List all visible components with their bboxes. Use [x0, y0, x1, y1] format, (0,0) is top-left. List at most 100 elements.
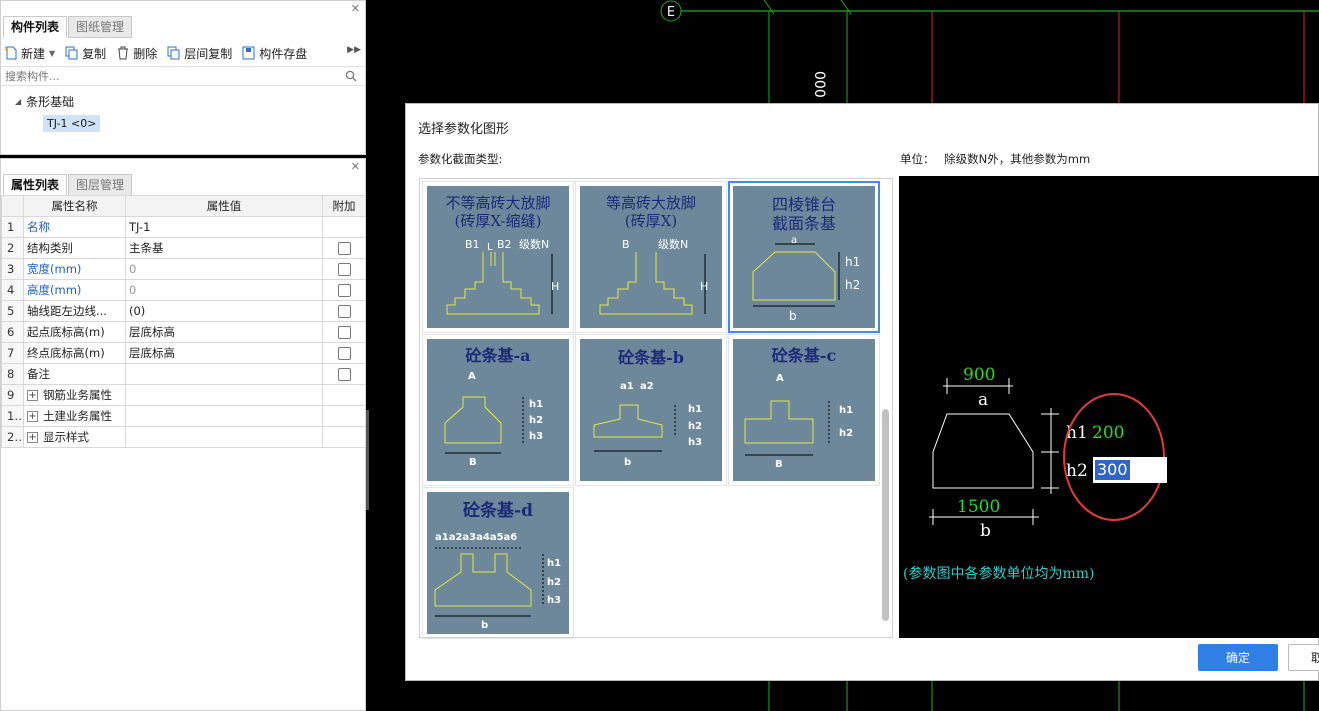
- table-row[interactable]: 1 名称 TJ-1: [1, 216, 366, 238]
- property-value[interactable]: [125, 363, 323, 385]
- delete-button[interactable]: 删除: [116, 45, 157, 62]
- h1-value: 200: [1092, 423, 1124, 443]
- shape-option-pyramid-strip[interactable]: 四棱锥台 截面条基 a h1 h2 b: [728, 181, 880, 333]
- dim-label: h2: [688, 421, 702, 432]
- table-row[interactable]: 4 高度(mm) 0: [1, 279, 366, 301]
- extra-checkbox[interactable]: [337, 263, 351, 276]
- dim-label: b: [789, 309, 797, 323]
- table-row[interactable]: 2 结构类别 主条基: [1, 237, 366, 259]
- extra-checkbox[interactable]: [337, 284, 351, 297]
- shape-option-concrete-c[interactable]: 砼条基-c A h1 h2 B: [728, 334, 880, 486]
- extra-cell: [322, 405, 366, 427]
- table-row[interactable]: 9 + 钢筋业务属性: [1, 384, 366, 406]
- shape-option-concrete-a[interactable]: 砼条基-a A h1 h2 h3 B: [422, 334, 574, 486]
- shape-thumbnail: 砼条基-d a1a2a3a4a5a6 h1 h2 h3 b: [427, 492, 569, 634]
- dim-label: h1: [529, 399, 543, 410]
- floor-copy-button[interactable]: 层间复制: [167, 45, 232, 62]
- property-value[interactable]: 层底标高: [125, 342, 323, 364]
- row-index: 3: [1, 258, 24, 280]
- shape-subtitle: 截面条基: [772, 214, 836, 233]
- shape-option-concrete-b[interactable]: 砼条基-b a1 a2 h1 h2 h3 b: [575, 334, 727, 486]
- tab-component-list[interactable]: 构件列表: [3, 16, 68, 38]
- search-input[interactable]: [1, 67, 331, 85]
- table-row[interactable]: 16 + 土建业务属性: [1, 405, 366, 427]
- shape-outline: [752, 251, 836, 301]
- new-label: 新建: [21, 46, 46, 61]
- property-group[interactable]: + 显示样式: [23, 426, 126, 448]
- property-name: 宽度(mm): [23, 258, 126, 280]
- shape-outline: [593, 404, 663, 438]
- expand-plus-icon[interactable]: +: [27, 411, 38, 422]
- gallery-scrollbar[interactable]: [882, 409, 889, 621]
- tree-node-strip-foundation[interactable]: ◢ 条形基础: [15, 93, 74, 110]
- table-row[interactable]: 3 宽度(mm) 0: [1, 258, 366, 280]
- h2-input[interactable]: 300: [1093, 457, 1167, 483]
- table-row[interactable]: 7 终点底标高(m) 层底标高: [1, 342, 366, 364]
- dim-label: h3: [688, 437, 702, 448]
- dim-label: h2: [839, 428, 853, 439]
- close-icon[interactable]: ✕: [351, 160, 360, 173]
- component-tabs: 构件列表 图纸管理: [3, 16, 133, 38]
- table-row[interactable]: 21 + 显示样式: [1, 426, 366, 448]
- shape-outline: [444, 396, 502, 444]
- axis-label-e: E: [667, 5, 675, 20]
- table-row[interactable]: 5 轴线距左边线... (0): [1, 300, 366, 322]
- tab-drawing-management[interactable]: 图纸管理: [68, 16, 133, 38]
- cancel-button[interactable]: 取: [1288, 644, 1319, 671]
- new-button[interactable]: 新建 ▼: [4, 45, 55, 62]
- save-component-button[interactable]: 构件存盘: [242, 45, 307, 62]
- table-row[interactable]: 8 备注: [1, 363, 366, 385]
- dim-label: B2: [497, 238, 512, 251]
- shape-option-concrete-d[interactable]: 砼条基-d a1a2a3a4a5a6 h1 h2 h3 b: [422, 487, 574, 639]
- shape-option-equal-brick[interactable]: 等高砖大放脚 (砖厚X) B 级数N H: [575, 181, 727, 333]
- shape-title: 不等高砖大放脚: [445, 194, 550, 212]
- property-group[interactable]: + 土建业务属性: [23, 405, 126, 427]
- row-index: 5: [1, 300, 24, 322]
- dim-label: b: [624, 457, 631, 468]
- more-arrow-icon[interactable]: ▶▶: [347, 45, 361, 55]
- copy-button[interactable]: 复制: [65, 45, 106, 62]
- header-index: [1, 195, 24, 217]
- extra-cell: [322, 384, 366, 406]
- property-value[interactable]: 层底标高: [125, 321, 323, 343]
- table-row[interactable]: 6 起点底标高(m) 层底标高: [1, 321, 366, 343]
- tab-property-list[interactable]: 属性列表: [3, 174, 68, 196]
- cad-grid-line: [840, 0, 852, 15]
- property-group[interactable]: + 钢筋业务属性: [23, 384, 126, 406]
- h2-value: 300: [1095, 460, 1130, 480]
- property-value[interactable]: (0): [125, 300, 323, 322]
- dim-label: H: [700, 280, 708, 293]
- extra-checkbox[interactable]: [337, 326, 351, 339]
- extra-checkbox[interactable]: [337, 242, 351, 255]
- property-value[interactable]: TJ-1: [125, 216, 323, 238]
- dim-label: B1: [465, 238, 480, 251]
- property-value[interactable]: 0: [125, 279, 323, 301]
- dialog-title: 选择参数化图形: [418, 122, 510, 137]
- property-value[interactable]: 主条基: [125, 237, 323, 259]
- extra-checkbox[interactable]: [337, 347, 351, 360]
- shape-option-unequal-brick[interactable]: 不等高砖大放脚 (砖厚X-缩缝) B1 L B2 级数N H: [422, 181, 574, 333]
- extra-checkbox[interactable]: [337, 368, 351, 381]
- dim-label: B: [622, 238, 630, 251]
- expand-plus-icon[interactable]: +: [27, 432, 38, 443]
- expand-plus-icon[interactable]: +: [27, 390, 38, 401]
- dim-label: H: [551, 280, 559, 293]
- search-icon[interactable]: [345, 70, 357, 82]
- close-icon[interactable]: ✕: [351, 2, 360, 15]
- shape-title: 砼条基-a: [465, 346, 530, 365]
- extra-checkbox[interactable]: [337, 305, 351, 318]
- tab-layer-management[interactable]: 图层管理: [68, 174, 133, 196]
- property-value: [125, 384, 323, 406]
- chevron-down-icon[interactable]: ▼: [49, 49, 55, 58]
- delete-label: 删除: [133, 46, 158, 61]
- extra-cell: [322, 237, 366, 259]
- shape-outline: [434, 553, 532, 607]
- property-value[interactable]: 0: [125, 258, 323, 280]
- shape-thumbnail: 砼条基-a A h1 h2 h3 B: [427, 339, 569, 481]
- extra-cell: [322, 258, 366, 280]
- header-extra: 附加: [322, 195, 366, 217]
- expand-triangle-icon[interactable]: ◢: [15, 97, 21, 106]
- dim-label: A: [468, 371, 476, 382]
- tree-item-tj1[interactable]: TJ-1 <0>: [43, 115, 101, 132]
- ok-button[interactable]: 确定: [1198, 644, 1278, 671]
